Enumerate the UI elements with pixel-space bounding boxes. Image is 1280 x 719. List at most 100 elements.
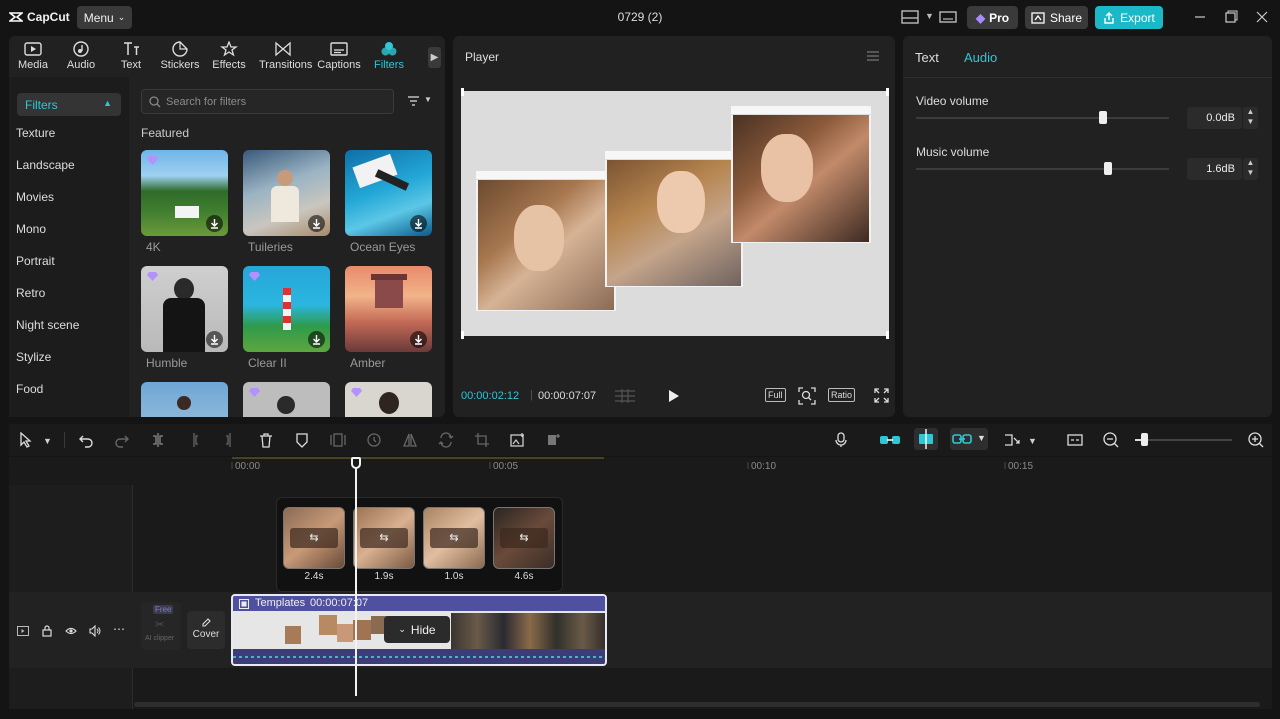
play-icon[interactable] [668, 389, 680, 403]
filter-thumb-4k[interactable] [141, 150, 228, 236]
share-button[interactable]: Share [1025, 6, 1088, 29]
sidebar-item-filters[interactable]: Filters ▲ [17, 93, 121, 116]
lock-icon[interactable] [41, 625, 53, 637]
segment-thumb[interactable]: ⇆ [493, 507, 555, 569]
tab-text[interactable]: Text [107, 41, 155, 71]
video-volume-slider[interactable] [916, 117, 1169, 119]
zoom-in-icon[interactable] [1248, 432, 1264, 448]
segment-thumb[interactable]: ⇆ [353, 507, 415, 569]
chevron-down-icon[interactable]: ▼ [43, 436, 59, 452]
tab-filters[interactable]: Filters [365, 41, 413, 71]
sidebar-item-mono[interactable]: Mono [16, 222, 120, 236]
full-button[interactable]: Full [765, 388, 786, 402]
eye-icon[interactable] [65, 625, 77, 637]
marker-icon[interactable] [294, 432, 310, 448]
chevron-up-icon[interactable]: ▲ [1243, 107, 1258, 117]
download-icon[interactable] [308, 215, 325, 232]
filter-search-input[interactable]: Search for filters [141, 89, 394, 114]
microphone-icon[interactable] [833, 432, 849, 448]
freeze-icon[interactable] [330, 432, 346, 448]
replace-icon[interactable]: ⇆ [430, 528, 478, 548]
chevron-down-icon[interactable]: ▼ [925, 11, 934, 27]
preview-canvas[interactable] [461, 91, 889, 336]
video-volume-stepper[interactable]: ▲ ▼ [1243, 107, 1258, 129]
download-icon[interactable] [308, 331, 325, 348]
music-volume-value[interactable]: 1.6dB [1187, 158, 1242, 180]
filter-thumb-amber[interactable] [345, 266, 432, 352]
cover-button[interactable]: Cover [187, 611, 225, 649]
sort-filter-button[interactable]: ▼ [407, 95, 433, 109]
rotate-icon[interactable] [438, 432, 454, 448]
zoom-out-icon[interactable] [1103, 432, 1119, 448]
download-icon[interactable] [206, 331, 223, 348]
sidebar-item-food[interactable]: Food [16, 382, 120, 396]
close-icon[interactable] [1255, 10, 1269, 24]
crop-handle[interactable] [886, 331, 889, 339]
chevron-up-icon[interactable]: ▲ [1243, 158, 1258, 168]
video-volume-knob[interactable] [1099, 111, 1108, 124]
playhead-handle[interactable] [351, 457, 361, 469]
linkage-button[interactable]: ▼ [950, 428, 988, 450]
filter-thumb-partial[interactable] [141, 382, 228, 417]
undo-icon[interactable] [78, 432, 94, 448]
hamburger-menu-icon[interactable] [866, 50, 880, 62]
ai-clipper-button[interactable]: Free ✂ AI clipper [141, 602, 181, 650]
fullscreen-icon[interactable] [874, 388, 889, 403]
split-left-icon[interactable] [186, 432, 202, 448]
sidebar-item-texture[interactable]: Texture [16, 126, 120, 140]
export-button[interactable]: Export [1095, 6, 1163, 29]
tab-effects[interactable]: Effects [205, 41, 253, 71]
speaker-icon[interactable] [89, 625, 101, 637]
crop-icon[interactable] [474, 432, 490, 448]
download-icon[interactable] [410, 331, 427, 348]
ratio-button[interactable]: Ratio [828, 388, 856, 402]
tab-audio[interactable]: Audio [57, 41, 105, 71]
download-icon[interactable] [206, 215, 223, 232]
segment-thumb[interactable]: ⇆ [283, 507, 345, 569]
replace-icon[interactable]: ⇆ [290, 528, 338, 548]
zoom-fit-icon[interactable] [798, 387, 816, 405]
tab-text-properties[interactable]: Text [915, 50, 939, 65]
tabs-more-button[interactable]: ▶ [428, 47, 441, 68]
segment-thumb[interactable]: ⇆ [423, 507, 485, 569]
tab-stickers[interactable]: Stickers [156, 41, 204, 71]
menu-button[interactable]: Menu ⌄ [77, 6, 132, 29]
music-volume-slider[interactable] [916, 168, 1169, 170]
download-icon[interactable] [410, 215, 427, 232]
add-image-icon[interactable] [510, 432, 526, 448]
tab-media[interactable]: Media [9, 41, 57, 71]
filter-thumb-partial[interactable] [243, 382, 330, 417]
video-volume-value[interactable]: 0.0dB [1187, 107, 1242, 129]
hide-button[interactable]: ⌄ Hide [384, 616, 450, 643]
replace-icon[interactable]: ⇆ [500, 528, 548, 548]
sidebar-item-retro[interactable]: Retro [16, 286, 120, 300]
reverse-icon[interactable] [366, 432, 382, 448]
replace-icon[interactable]: ⇆ [360, 528, 408, 548]
select-cursor-icon[interactable] [18, 432, 34, 448]
main-track-magnet-button[interactable] [878, 430, 902, 450]
split-icon[interactable] [150, 432, 166, 448]
tab-transitions[interactable]: Transitions [259, 41, 312, 71]
pro-button[interactable]: ◆ Pro [967, 6, 1018, 29]
sidebar-item-night-scene[interactable]: Night scene [16, 318, 120, 332]
maximize-icon[interactable] [1224, 10, 1238, 24]
ai-edit-icon[interactable] [546, 432, 562, 448]
sidebar-item-stylize[interactable]: Stylize [16, 350, 120, 364]
sidebar-item-movies[interactable]: Movies [16, 190, 120, 204]
layout-icon[interactable] [901, 9, 919, 25]
redo-icon[interactable] [114, 432, 130, 448]
filter-thumb-tuileries[interactable] [243, 150, 330, 236]
chevron-down-icon[interactable]: ▼ [1243, 117, 1258, 127]
filter-thumb-humble[interactable] [141, 266, 228, 352]
zoom-slider[interactable] [1135, 439, 1232, 441]
delete-icon[interactable] [258, 432, 274, 448]
more-options-icon[interactable]: ⋯ [113, 622, 125, 636]
filter-thumb-partial[interactable] [345, 382, 432, 417]
split-right-icon[interactable] [222, 432, 238, 448]
crop-handle[interactable] [461, 331, 464, 339]
chevron-down-icon[interactable]: ▼ [1243, 168, 1258, 178]
minimize-icon[interactable] [1193, 10, 1207, 24]
chevron-down-icon[interactable]: ▼ [1028, 436, 1044, 452]
music-volume-stepper[interactable]: ▲ ▼ [1243, 158, 1258, 180]
track-video-icon[interactable] [17, 625, 29, 637]
